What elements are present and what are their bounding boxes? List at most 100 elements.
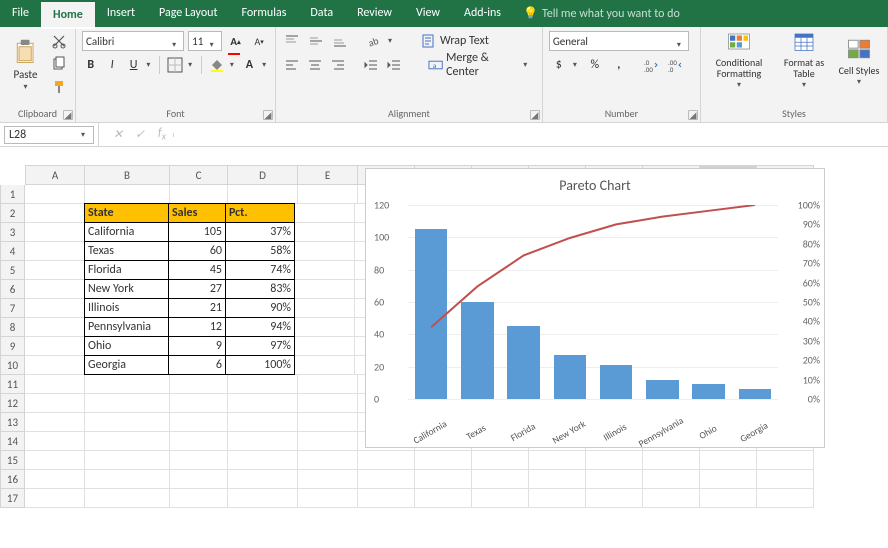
- cell-B13[interactable]: [85, 413, 170, 432]
- comma-format-button[interactable]: ,: [609, 55, 629, 75]
- tab-insert[interactable]: Insert: [95, 0, 147, 27]
- cell-B16[interactable]: [85, 470, 170, 489]
- cell-E15[interactable]: [298, 451, 358, 470]
- fill-dropdown[interactable]: [230, 61, 237, 69]
- underline-dropdown[interactable]: [146, 61, 153, 69]
- pareto-chart[interactable]: Pareto Chart 0204060801001200%10%20%30%4…: [365, 168, 825, 448]
- cell-E7[interactable]: [295, 299, 355, 318]
- tab-page-layout[interactable]: Page Layout: [147, 0, 229, 27]
- cell-A15[interactable]: [25, 451, 85, 470]
- font-color-dropdown[interactable]: [262, 61, 269, 69]
- cell-B6[interactable]: New York: [84, 279, 169, 299]
- cell-C17[interactable]: [170, 489, 228, 508]
- decrease-indent-button[interactable]: [361, 55, 380, 75]
- format-painter-button[interactable]: [49, 77, 69, 97]
- cell-D10[interactable]: 100%: [225, 355, 295, 375]
- cell-A6[interactable]: [25, 280, 85, 299]
- row-header-9[interactable]: 9: [0, 337, 25, 356]
- row-header-7[interactable]: 7: [0, 299, 25, 318]
- cell-B8[interactable]: Pennsylvania: [84, 317, 169, 337]
- fill-color-button[interactable]: [208, 55, 226, 75]
- font-size-combo[interactable]: 11: [188, 31, 222, 51]
- paste-dropdown-icon[interactable]: [22, 83, 30, 91]
- row-header-6[interactable]: 6: [0, 280, 25, 299]
- cell-D2[interactable]: Pct.: [225, 203, 295, 223]
- cell-C9[interactable]: 9: [168, 336, 226, 356]
- alignment-dialog-launcher[interactable]: ◢: [530, 110, 540, 120]
- cell-K17[interactable]: [643, 489, 700, 508]
- column-header-B[interactable]: B: [85, 165, 170, 185]
- row-header-8[interactable]: 8: [0, 318, 25, 337]
- cell-D1[interactable]: [228, 185, 298, 204]
- tab-home[interactable]: Home: [41, 0, 95, 27]
- cell-I15[interactable]: [529, 451, 586, 470]
- cell-M16[interactable]: [757, 470, 814, 489]
- cell-D14[interactable]: [228, 432, 298, 451]
- cell-B3[interactable]: California: [84, 222, 169, 242]
- cell-C16[interactable]: [170, 470, 228, 489]
- column-header-A[interactable]: A: [25, 165, 85, 185]
- cell-E4[interactable]: [295, 242, 355, 261]
- cell-B10[interactable]: Georgia: [84, 355, 169, 375]
- cell-C14[interactable]: [170, 432, 228, 451]
- orientation-button[interactable]: ab: [364, 31, 384, 51]
- cell-B1[interactable]: [85, 185, 170, 204]
- cell-G16[interactable]: [415, 470, 472, 489]
- cell-B17[interactable]: [85, 489, 170, 508]
- cell-C8[interactable]: 12: [168, 317, 226, 337]
- cell-E12[interactable]: [298, 394, 358, 413]
- cell-C1[interactable]: [170, 185, 228, 204]
- accounting-format-button[interactable]: $: [549, 55, 569, 75]
- cell-A3[interactable]: [25, 223, 85, 242]
- cell-E14[interactable]: [298, 432, 358, 451]
- cut-button[interactable]: [49, 31, 69, 51]
- clipboard-dialog-launcher[interactable]: ◢: [63, 110, 73, 120]
- cell-D11[interactable]: [228, 375, 298, 394]
- cell-A7[interactable]: [25, 299, 85, 318]
- cell-A10[interactable]: [25, 356, 85, 375]
- cell-K16[interactable]: [643, 470, 700, 489]
- conditional-formatting-button[interactable]: Conditional Formatting: [707, 31, 771, 89]
- column-header-E[interactable]: E: [298, 165, 358, 185]
- cell-D16[interactable]: [228, 470, 298, 489]
- tab-review[interactable]: Review: [345, 0, 404, 27]
- cell-E8[interactable]: [295, 318, 355, 337]
- cell-D12[interactable]: [228, 394, 298, 413]
- cell-C12[interactable]: [170, 394, 228, 413]
- cell-D4[interactable]: 58%: [225, 241, 295, 261]
- cell-B12[interactable]: [85, 394, 170, 413]
- cell-E11[interactable]: [298, 375, 358, 394]
- tab-add-ins[interactable]: Add-ins: [452, 0, 513, 27]
- cell-E3[interactable]: [295, 223, 355, 242]
- decrease-decimal-button[interactable]: .00.0: [665, 55, 685, 75]
- row-header-17[interactable]: 17: [0, 489, 25, 508]
- tab-view[interactable]: View: [404, 0, 452, 27]
- cell-C4[interactable]: 60: [168, 241, 226, 261]
- cell-C3[interactable]: 105: [168, 222, 226, 242]
- paste-button[interactable]: Paste: [6, 35, 45, 93]
- cell-D8[interactable]: 94%: [225, 317, 295, 337]
- align-top-button[interactable]: [282, 31, 302, 51]
- cell-H17[interactable]: [472, 489, 529, 508]
- table-dropdown[interactable]: [800, 81, 808, 89]
- cell-L15[interactable]: [700, 451, 757, 470]
- cell-J17[interactable]: [586, 489, 643, 508]
- cell-C6[interactable]: 27: [168, 279, 226, 299]
- name-box[interactable]: L28: [4, 126, 94, 144]
- cell-A11[interactable]: [25, 375, 85, 394]
- cell-E2[interactable]: [295, 204, 355, 223]
- cell-F16[interactable]: [358, 470, 415, 489]
- cell-D17[interactable]: [228, 489, 298, 508]
- cell-C2[interactable]: Sales: [168, 203, 226, 223]
- cell-A14[interactable]: [25, 432, 85, 451]
- tab-data[interactable]: Data: [298, 0, 345, 27]
- cell-C5[interactable]: 45: [168, 260, 226, 280]
- row-header-12[interactable]: 12: [0, 394, 25, 413]
- cell-E17[interactable]: [298, 489, 358, 508]
- formula-input[interactable]: [173, 133, 888, 137]
- percent-format-button[interactable]: %: [585, 55, 605, 75]
- cell-C7[interactable]: 21: [168, 298, 226, 318]
- cell-styles-button[interactable]: Cell Styles: [837, 31, 881, 89]
- accounting-dropdown[interactable]: [573, 61, 581, 69]
- cell-A1[interactable]: [25, 185, 85, 204]
